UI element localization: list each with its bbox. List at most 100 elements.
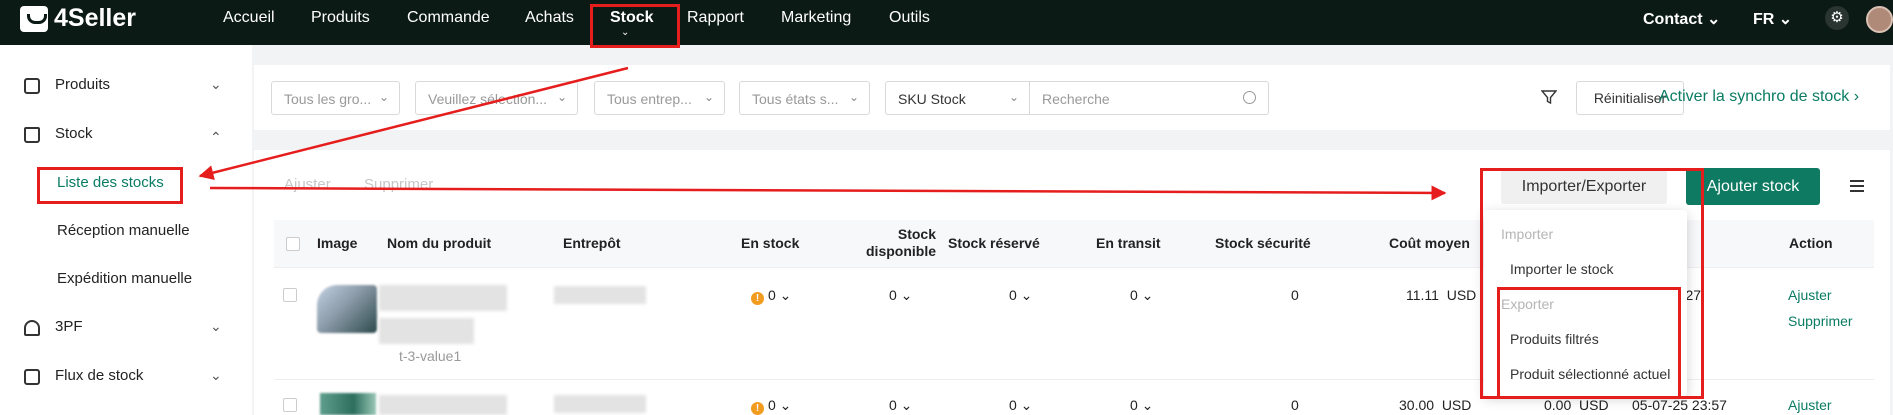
col-available-line2: disponible (866, 243, 936, 259)
row-delete-link[interactable]: Supprimer (1788, 313, 1853, 329)
col-product-name: Nom du produit (387, 235, 492, 251)
column-settings-icon[interactable] (1850, 180, 1864, 192)
product-thumbnail[interactable] (320, 393, 376, 415)
nav-marketing[interactable]: Marketing (781, 9, 851, 27)
warning-icon: ! (751, 402, 764, 415)
nav-commande[interactable]: Commande (407, 9, 490, 27)
available-value[interactable]: 0 ⌄ (889, 397, 912, 414)
safety-value: 0 (1291, 397, 1299, 413)
chevron-down-icon: ⌄ (378, 90, 389, 104)
reserved-value[interactable]: 0 ⌄ (1009, 397, 1032, 414)
in-stock-number: 0 ⌄ (768, 397, 792, 413)
blurred-product-name (379, 395, 507, 415)
select-all-checkbox[interactable] (286, 237, 300, 251)
avg-cost-value: 30.00 USD (1399, 397, 1472, 413)
group-select[interactable]: Tous les gro... ⌄ (271, 81, 400, 115)
filter-icon[interactable] (1541, 89, 1557, 105)
avg-cost-value: 11.11 USD (1406, 287, 1477, 303)
status-select-value: Veuillez sélection... (428, 91, 548, 107)
blurred-product-name (379, 285, 507, 311)
sidebar-item-3pf[interactable]: 3PF ⌄ (0, 308, 252, 348)
stock-icon (24, 127, 40, 143)
sidebar: Produits ⌄ Stock ⌃ Liste des stocks Réce… (0, 45, 252, 415)
status-select[interactable]: Veuillez sélection... ⌄ (415, 81, 578, 115)
sidebar-sub-reception-manuelle[interactable]: Réception manuelle (57, 222, 190, 239)
chevron-down-icon: ⌄ (848, 90, 859, 104)
adjust-button[interactable]: Ajuster (284, 176, 331, 193)
safety-value: 0 (1291, 287, 1299, 303)
row-checkbox[interactable] (283, 398, 297, 412)
row-checkbox[interactable] (283, 288, 297, 302)
sidebar-item-label: Produits (55, 76, 111, 93)
col-warehouse: Entrepôt (563, 235, 621, 251)
state-select-value: Tous états s... (752, 91, 839, 107)
chevron-down-icon: ⌄ (210, 76, 222, 92)
nav-produits[interactable]: Produits (311, 9, 370, 27)
annotation-box-export-options (1497, 287, 1681, 399)
state-select[interactable]: Tous états s... ⌄ (739, 81, 870, 115)
contact-menu[interactable]: Contact ⌄ (1643, 9, 1720, 29)
sidebar-item-label: 3PF (55, 318, 83, 335)
bag-logo-icon (20, 5, 48, 32)
delete-button[interactable]: Supprimer (364, 176, 433, 193)
language-menu[interactable]: FR ⌄ (1753, 9, 1792, 29)
warning-icon: ! (751, 292, 764, 305)
col-in-stock[interactable]: En stock (741, 235, 799, 251)
sidebar-sub-expedition-manuelle[interactable]: Expédition manuelle (57, 270, 192, 287)
search-input[interactable]: Recherche (1029, 81, 1269, 115)
sku-type-select[interactable]: SKU Stock ⌄ (885, 81, 1030, 115)
col-image: Image (317, 235, 358, 251)
chevron-up-icon: ⌃ (210, 129, 222, 145)
top-navigation-bar: 4Seller Accueil Produits Commande Achats… (0, 0, 1893, 45)
nav-rapport[interactable]: Rapport (687, 9, 744, 27)
sidebar-item-stock[interactable]: Stock ⌃ (0, 115, 252, 155)
logo-text: 4Seller (54, 4, 137, 32)
filter-bar: Tous les gro... ⌄ Veuillez sélection... ⌄ … (254, 65, 1890, 130)
reserved-value[interactable]: 0 ⌄ (1009, 287, 1032, 304)
chevron-down-icon: ⌄ (210, 367, 222, 383)
group-select-value: Tous les gro... (284, 91, 372, 107)
in-stock-value[interactable]: ! 0 ⌄ (751, 397, 791, 415)
flow-icon (24, 369, 40, 385)
sidebar-item-label: Stock (55, 125, 93, 142)
sidebar-item-label: Flux de stock (55, 367, 144, 384)
product-variant: t-3-value1 (399, 348, 462, 364)
cost-value-2: 0.00 USD (1544, 397, 1609, 413)
chevron-down-icon: ⌄ (556, 90, 567, 104)
product-thumbnail[interactable] (317, 285, 377, 333)
row-adjust-link[interactable]: Ajuster (1788, 397, 1832, 413)
nav-accueil[interactable]: Accueil (223, 9, 275, 27)
in-stock-number: 0 ⌄ (768, 287, 792, 303)
add-stock-button[interactable]: Ajouter stock (1686, 168, 1820, 205)
warehouse-icon (24, 320, 40, 336)
col-safety-stock[interactable]: Stock sécurité (1215, 235, 1311, 251)
sidebar-item-produits[interactable]: Produits ⌄ (0, 66, 252, 106)
blurred-warehouse (554, 395, 646, 413)
chevron-down-icon: ⌄ (1008, 90, 1019, 104)
warehouse-select[interactable]: Tous entrep... ⌄ (594, 81, 725, 115)
avatar[interactable] (1866, 6, 1893, 33)
activate-sync-link[interactable]: Activer la synchro de stock › (1659, 88, 1859, 106)
logo[interactable]: 4Seller (20, 4, 136, 33)
nav-outils[interactable]: Outils (889, 9, 930, 27)
blurred-product-name (379, 318, 474, 344)
nav-achats[interactable]: Achats (525, 9, 574, 27)
available-value[interactable]: 0 ⌄ (889, 287, 912, 304)
col-reserved[interactable]: Stock réservé (948, 235, 1040, 251)
blurred-warehouse (554, 286, 646, 304)
settings-icon[interactable]: ⚙ (1825, 6, 1849, 30)
row-adjust-link[interactable]: Ajuster (1788, 287, 1832, 303)
sidebar-item-flux-de-stock[interactable]: Flux de stock ⌄ (0, 357, 252, 397)
updated-time: 05-07-25 23:57 (1632, 397, 1727, 413)
in-stock-value[interactable]: ! 0 ⌄ (751, 287, 791, 305)
col-avg-cost[interactable]: Coût moyen (1389, 235, 1470, 251)
col-in-transit[interactable]: En transit (1096, 235, 1161, 251)
col-available[interactable]: Stock disponible (852, 226, 936, 260)
search-icon (1243, 91, 1256, 104)
product-icon (24, 78, 40, 94)
chevron-down-icon: ⌄ (210, 318, 222, 334)
transit-value[interactable]: 0 ⌄ (1130, 287, 1153, 304)
col-available-line1: Stock (897, 226, 936, 242)
warehouse-select-value: Tous entrep... (607, 91, 692, 107)
transit-value[interactable]: 0 ⌄ (1130, 397, 1153, 414)
